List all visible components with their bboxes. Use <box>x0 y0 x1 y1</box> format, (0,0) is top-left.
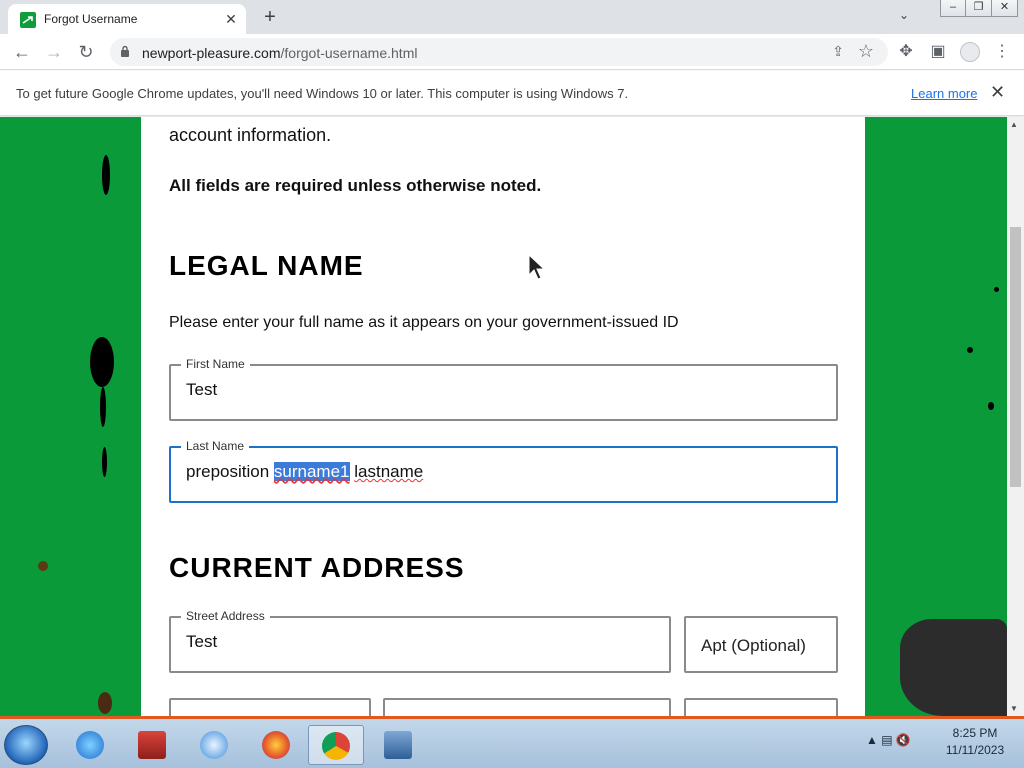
minimize-button[interactable]: – <box>940 0 966 17</box>
paint-splat <box>967 347 973 353</box>
taskbar-chrome[interactable] <box>308 725 364 765</box>
scroll-up-arrow-icon[interactable]: ▲ <box>1010 120 1018 129</box>
taskbar-internet-explorer[interactable] <box>62 725 118 765</box>
paint-splat <box>900 619 1007 716</box>
profile-avatar[interactable] <box>960 42 980 62</box>
browser-toolbar: ← → ↻ newport-pleasure.com/forgot-userna… <box>0 34 1024 70</box>
intro-text: account information. <box>169 125 332 145</box>
scroll-down-arrow-icon[interactable]: ▼ <box>1010 704 1018 713</box>
url-text: newport-pleasure.com/forgot-username.htm… <box>142 45 418 61</box>
paint-splat <box>38 561 48 571</box>
paint-splat <box>100 387 106 427</box>
new-tab-button[interactable]: + <box>258 6 282 30</box>
tab-search-chevron-icon[interactable]: ⌄ <box>894 8 914 28</box>
paint-splat <box>90 337 114 387</box>
legal-name-subtext: Please enter your full name as it appear… <box>169 314 679 331</box>
taskbar-firefox[interactable] <box>248 725 304 765</box>
site-favicon-icon <box>20 12 36 28</box>
paint-splat <box>988 402 994 410</box>
last-name-value: preposition surname1 lastname <box>186 462 424 481</box>
infobar-message: To get future Google Chrome updates, you… <box>16 86 629 101</box>
paint-splat <box>98 692 112 714</box>
first-name-field[interactable]: First Name Test <box>169 357 838 421</box>
current-address-heading: CURRENT ADDRESS <box>169 552 465 583</box>
taskbar-app[interactable] <box>370 725 426 765</box>
internet-explorer-icon <box>76 731 104 759</box>
chrome-icon <box>322 732 350 760</box>
state-field[interactable] <box>383 698 671 716</box>
taskbar-itunes[interactable] <box>186 725 242 765</box>
tab-title: Forgot Username <box>44 12 138 26</box>
store-icon <box>138 731 166 759</box>
legal-name-heading: LEGAL NAME <box>169 250 364 281</box>
mouse-cursor-icon <box>528 253 546 280</box>
paint-splat <box>102 447 107 477</box>
restore-button[interactable]: ❐ <box>966 0 992 17</box>
selected-text: surname1 <box>273 462 350 481</box>
required-note: All fields are required unless otherwise… <box>169 176 542 195</box>
windows-taskbar: ▲ ▤ 🔇 8:25 PM 11/11/2023 <box>0 716 1024 768</box>
page-background: account information. All fields are requ… <box>0 117 1007 716</box>
apt-placeholder: Apt (Optional) <box>701 636 806 655</box>
clock-date: 11/11/2023 <box>945 743 1005 757</box>
paint-splat <box>994 287 999 292</box>
learn-more-link[interactable]: Learn more <box>911 86 977 101</box>
zip-field[interactable] <box>684 698 838 716</box>
music-note-icon <box>200 731 228 759</box>
infobar-close-icon[interactable]: ✕ <box>990 82 1005 103</box>
start-button[interactable] <box>4 725 48 765</box>
apt-field[interactable]: Apt (Optional) <box>684 616 838 673</box>
reload-icon[interactable]: ↻ <box>74 40 98 64</box>
clock-time: 8:25 PM <box>952 726 998 740</box>
tab-strip: Forgot Username ✕ + ⌄ – ❐ ✕ <box>0 0 1024 34</box>
tab-forgot-username[interactable]: Forgot Username ✕ <box>8 4 246 34</box>
last-name-field[interactable]: Last Name preposition surname1 lastname <box>169 439 838 503</box>
first-name-value: Test <box>186 380 218 399</box>
firefox-icon <box>262 731 290 759</box>
street-address-label: Street Address <box>181 609 270 623</box>
forward-arrow-icon[interactable]: → <box>42 40 66 64</box>
paint-splat <box>102 155 110 195</box>
back-arrow-icon[interactable]: ← <box>10 40 34 64</box>
taskbar-store[interactable] <box>124 725 180 765</box>
app-icon <box>384 731 412 759</box>
first-name-label: First Name <box>181 357 250 371</box>
share-icon[interactable]: ⇪ <box>832 43 844 60</box>
page-scrollbar[interactable]: ▲ ▼ <box>1007 117 1024 716</box>
scrollbar-thumb[interactable] <box>1010 227 1021 487</box>
clock[interactable]: 8:25 PM 11/11/2023 <box>940 725 1010 759</box>
city-field[interactable] <box>169 698 371 716</box>
lock-icon <box>121 45 129 57</box>
update-infobar: To get future Google Chrome updates, you… <box>0 71 1024 116</box>
side-panel-icon[interactable]: ▣ <box>928 42 948 62</box>
forgot-username-form: account information. All fields are requ… <box>141 117 865 716</box>
window-controls: – ❐ ✕ <box>940 0 1018 18</box>
street-address-value: Test <box>186 632 218 651</box>
bookmark-star-icon[interactable]: ☆ <box>858 41 874 62</box>
street-address-field[interactable]: Street Address Test <box>169 609 671 673</box>
menu-kebab-icon[interactable]: ⋮ <box>992 42 1012 62</box>
tab-close-icon[interactable]: ✕ <box>222 10 240 28</box>
last-name-label: Last Name <box>181 439 250 453</box>
extensions-puzzle-icon[interactable]: ✥ <box>896 42 916 62</box>
close-window-button[interactable]: ✕ <box>992 0 1018 17</box>
address-bar[interactable]: newport-pleasure.com/forgot-username.htm… <box>110 38 888 66</box>
system-tray[interactable]: ▲ ▤ 🔇 <box>866 733 911 747</box>
